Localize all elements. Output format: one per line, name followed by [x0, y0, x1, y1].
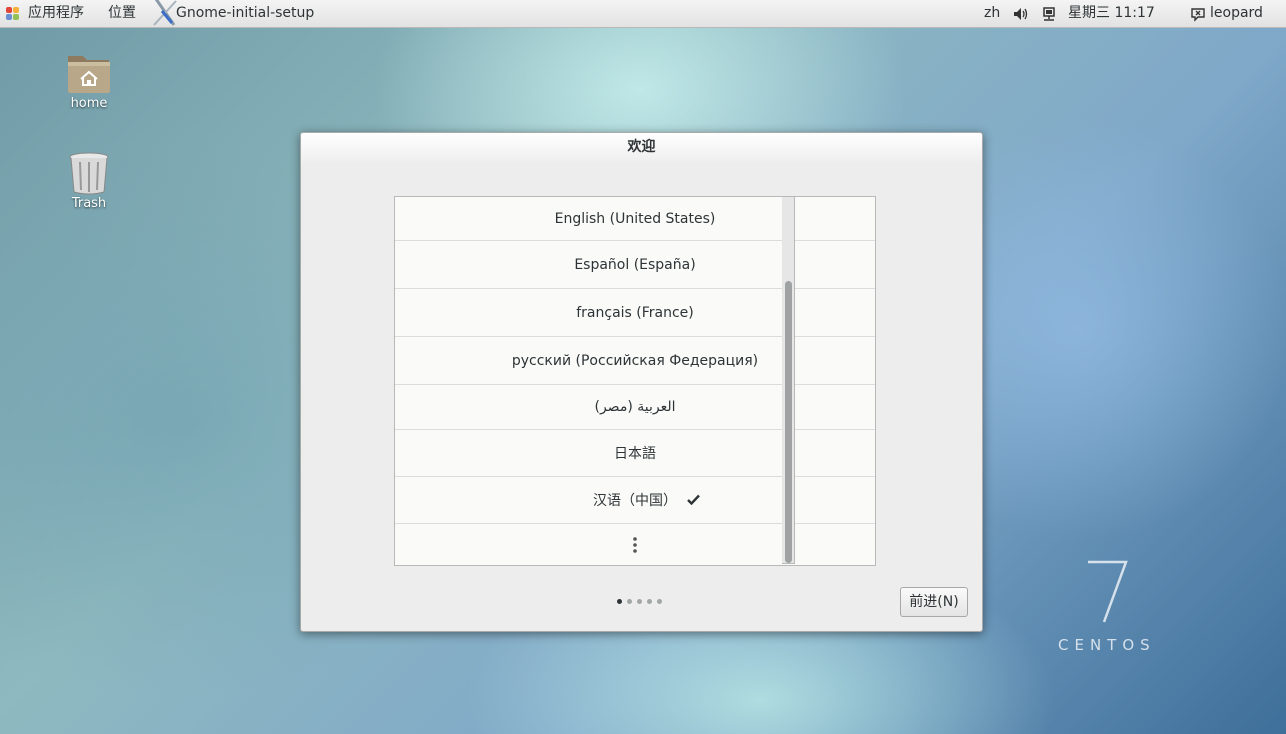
page-dot	[657, 599, 662, 604]
language-row[interactable]: Español (España)	[395, 241, 875, 289]
more-languages-row[interactable]	[395, 524, 875, 565]
language-label: русский (Российская Федерация)	[511, 352, 759, 369]
language-label: English (United States)	[554, 210, 716, 227]
language-row[interactable]: English (United States)	[395, 197, 875, 241]
top-panel: 应用程序 位置 Gnome-initial-setup zh 星期三 11:17…	[0, 0, 1286, 28]
language-row[interactable]: français (France)	[395, 289, 875, 337]
language-row[interactable]: русский (Российская Федерация)	[395, 337, 875, 385]
centos-7-logo	[1088, 560, 1128, 623]
dialog-title: 欢迎	[301, 133, 982, 163]
desktop-icon-home[interactable]: home	[44, 50, 134, 111]
language-label: 汉语（中国）	[593, 493, 677, 509]
trash-icon	[69, 152, 109, 195]
desktop-icon-trash[interactable]: Trash	[44, 150, 134, 211]
active-window-title[interactable]: Gnome-initial-setup	[176, 0, 314, 27]
language-label: Español (España)	[574, 256, 696, 273]
language-row[interactable]: العربية (مصر)	[395, 385, 875, 430]
places-menu[interactable]: 位置	[108, 0, 136, 27]
welcome-dialog: 欢迎 English (United States) Español (Espa…	[300, 132, 983, 632]
scrollbar-thumb[interactable]	[785, 281, 792, 563]
language-label: العربية (مصر)	[594, 399, 676, 415]
language-label: 日本語	[614, 446, 656, 462]
desktop-icon-label: Trash	[71, 196, 107, 211]
language-row[interactable]: 日本語	[395, 430, 875, 477]
home-folder-icon	[68, 56, 110, 93]
language-list[interactable]: English (United States) Español (España)…	[394, 196, 876, 566]
checkmark-icon	[687, 494, 700, 505]
desktop-icon-label: home	[70, 96, 108, 111]
page-dot-active	[617, 599, 622, 604]
applications-icon	[6, 7, 20, 21]
user-status-icon[interactable]	[1190, 6, 1206, 22]
next-button[interactable]: 前进(N)	[900, 587, 968, 617]
language-label: français (France)	[576, 304, 694, 321]
centos-wordmark: CENTOS	[1058, 636, 1156, 654]
keyboard-layout-indicator[interactable]: zh	[984, 0, 1000, 27]
network-icon[interactable]	[1041, 6, 1057, 22]
clock[interactable]: 星期三 11:17	[1068, 0, 1155, 27]
language-row-selected[interactable]: 汉语（中国）	[395, 477, 875, 524]
user-menu[interactable]: leopard	[1210, 0, 1263, 27]
applications-menu[interactable]: 应用程序	[28, 0, 84, 27]
volume-icon[interactable]	[1012, 6, 1028, 22]
page-dot	[627, 599, 632, 604]
vertical-ellipsis-icon	[633, 537, 637, 553]
language-list-scrollbar[interactable]	[782, 196, 795, 564]
page-dot	[647, 599, 652, 604]
page-dot	[637, 599, 642, 604]
